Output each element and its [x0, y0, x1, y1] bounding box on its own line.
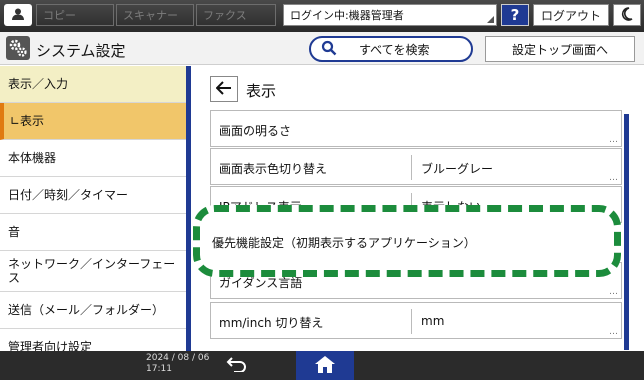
- sidebar-item-date-time-timer[interactable]: 日付／時刻／タイマー: [0, 177, 186, 214]
- expand-corner-icon: [487, 16, 494, 23]
- tab-copy[interactable]: コピー: [36, 4, 114, 26]
- sidebar-item-admin[interactable]: 管理者向け設定: [0, 329, 186, 351]
- more-icon: …: [609, 135, 618, 145]
- back-nav-button[interactable]: [222, 354, 252, 377]
- search-icon: [321, 40, 337, 59]
- sidebar-item-display-input[interactable]: 表示／入力: [0, 66, 186, 103]
- main-scrollbar[interactable]: [624, 114, 629, 350]
- bottom-bar: 2024 / 08 / 06 17:11: [0, 351, 644, 380]
- setting-value: ブルーグレー: [421, 162, 494, 176]
- setting-label: mm/inch 切り替え: [219, 316, 324, 330]
- home-button[interactable]: [296, 351, 354, 380]
- setting-label: 優先機能設定（初期表示するアプリケーション）: [212, 236, 476, 250]
- logout-button[interactable]: ログアウト: [533, 4, 609, 26]
- page-title: システム設定: [36, 42, 126, 60]
- setting-value: mm: [421, 314, 445, 328]
- setting-row-mm-inch[interactable]: mm/inch 切り替え mm …: [210, 302, 622, 339]
- datetime: 2024 / 08 / 06 17:11: [146, 353, 209, 375]
- setting-row-screen-brightness[interactable]: 画面の明るさ …: [210, 110, 622, 147]
- help-button[interactable]: ?: [501, 4, 529, 26]
- arrow-left-icon: [215, 80, 232, 98]
- sidebar-item-sound[interactable]: 音: [0, 214, 186, 251]
- moon-icon: [621, 6, 633, 24]
- tab-scanner[interactable]: スキャナー: [116, 4, 194, 26]
- divider: [411, 155, 412, 180]
- more-icon: …: [609, 287, 618, 297]
- sidebar-item-machine[interactable]: 本体機器: [0, 140, 186, 177]
- energy-saver-button[interactable]: [613, 4, 641, 26]
- user-icon: [11, 7, 25, 24]
- setting-row-screen-color[interactable]: 画面表示色切り替え ブルーグレー …: [210, 148, 622, 185]
- login-status-label: ログイン中:機器管理者: [290, 9, 404, 22]
- sidebar-item-send[interactable]: 送信（メール／フォルダー）: [0, 292, 186, 329]
- time-text: 17:11: [146, 364, 172, 374]
- sidebar-item-network-interface[interactable]: ネットワーク／インターフェース: [0, 251, 186, 292]
- header: システム設定 すべてを検索 設定トップ画面へ: [0, 32, 644, 65]
- sidebar-scrollbar[interactable]: [186, 66, 191, 351]
- back-button[interactable]: [210, 76, 238, 102]
- setting-label: 画面表示色切り替え: [219, 162, 328, 176]
- setting-row-priority-function[interactable]: 優先機能設定（初期表示するアプリケーション）: [193, 205, 621, 277]
- setting-label: 画面の明るさ: [219, 124, 292, 138]
- system-settings-icon: [6, 36, 30, 60]
- login-status[interactable]: ログイン中:機器管理者: [283, 4, 497, 26]
- top-status-bar: コピー スキャナー ファクス ログイン中:機器管理者 ? ログアウト: [0, 0, 644, 32]
- search-all-button[interactable]: すべてを検索: [309, 36, 473, 62]
- return-arrow-icon: [226, 356, 248, 375]
- section-title: 表示: [246, 82, 277, 100]
- search-all-label: すべてを検索: [359, 42, 430, 57]
- settings-top-button[interactable]: 設定トップ画面へ: [485, 36, 635, 62]
- user-button[interactable]: [4, 4, 32, 26]
- date-text: 2024 / 08 / 06: [146, 353, 210, 363]
- sidebar-item-display[interactable]: ∟表示: [0, 103, 186, 140]
- divider: [411, 309, 412, 334]
- more-icon: …: [609, 173, 618, 183]
- home-icon: [313, 354, 337, 377]
- tab-fax[interactable]: ファクス: [196, 4, 276, 26]
- sidebar: 表示／入力 ∟表示 本体機器 日付／時刻／タイマー 音 ネットワーク／インターフ…: [0, 66, 186, 351]
- more-icon: …: [609, 327, 618, 337]
